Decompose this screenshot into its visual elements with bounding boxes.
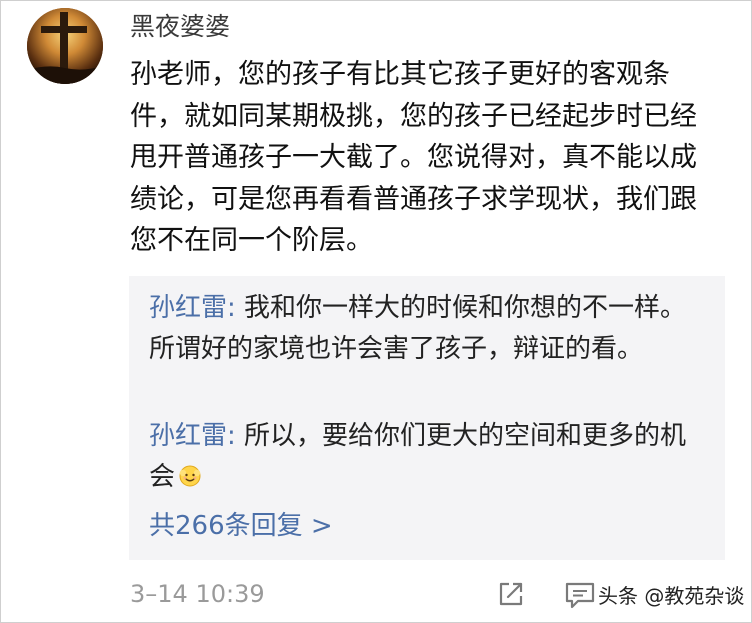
comment-icon[interactable]: [564, 580, 596, 610]
comment-username[interactable]: 黑夜婆婆: [130, 10, 230, 44]
comment-text: 孙老师，您的孩子有比其它孩子更好的客观条件，就如同某期极挑，您的孩子已经起步时已…: [130, 59, 697, 257]
reply-item[interactable]: 孙红雷: 我和你一样大的时候和你想的不一样。所谓好的家境也许会害了孩子，辩证的看…: [149, 288, 709, 370]
reply-author[interactable]: 孙红雷: [149, 293, 227, 323]
share-icon[interactable]: [496, 579, 526, 609]
reply-item[interactable]: 孙红雷: 所以，要给你们更大的空间和更多的机会: [149, 416, 709, 498]
more-replies-link[interactable]: 共266条回复 >: [149, 506, 333, 546]
user-avatar[interactable]: [27, 8, 103, 84]
smiling-face-emoji-icon: [179, 465, 201, 487]
comment-timestamp: 3–14 10:39: [130, 580, 265, 608]
reply-separator: :: [227, 293, 245, 323]
reply-separator: :: [227, 421, 245, 451]
cross-icon: [27, 8, 103, 84]
watermark-label: 头条 @教苑杂谈: [598, 584, 745, 608]
reply-author[interactable]: 孙红雷: [149, 421, 227, 451]
replies-panel[interactable]: 孙红雷: 我和你一样大的时候和你想的不一样。所谓好的家境也许会害了孩子，辩证的看…: [129, 276, 725, 560]
